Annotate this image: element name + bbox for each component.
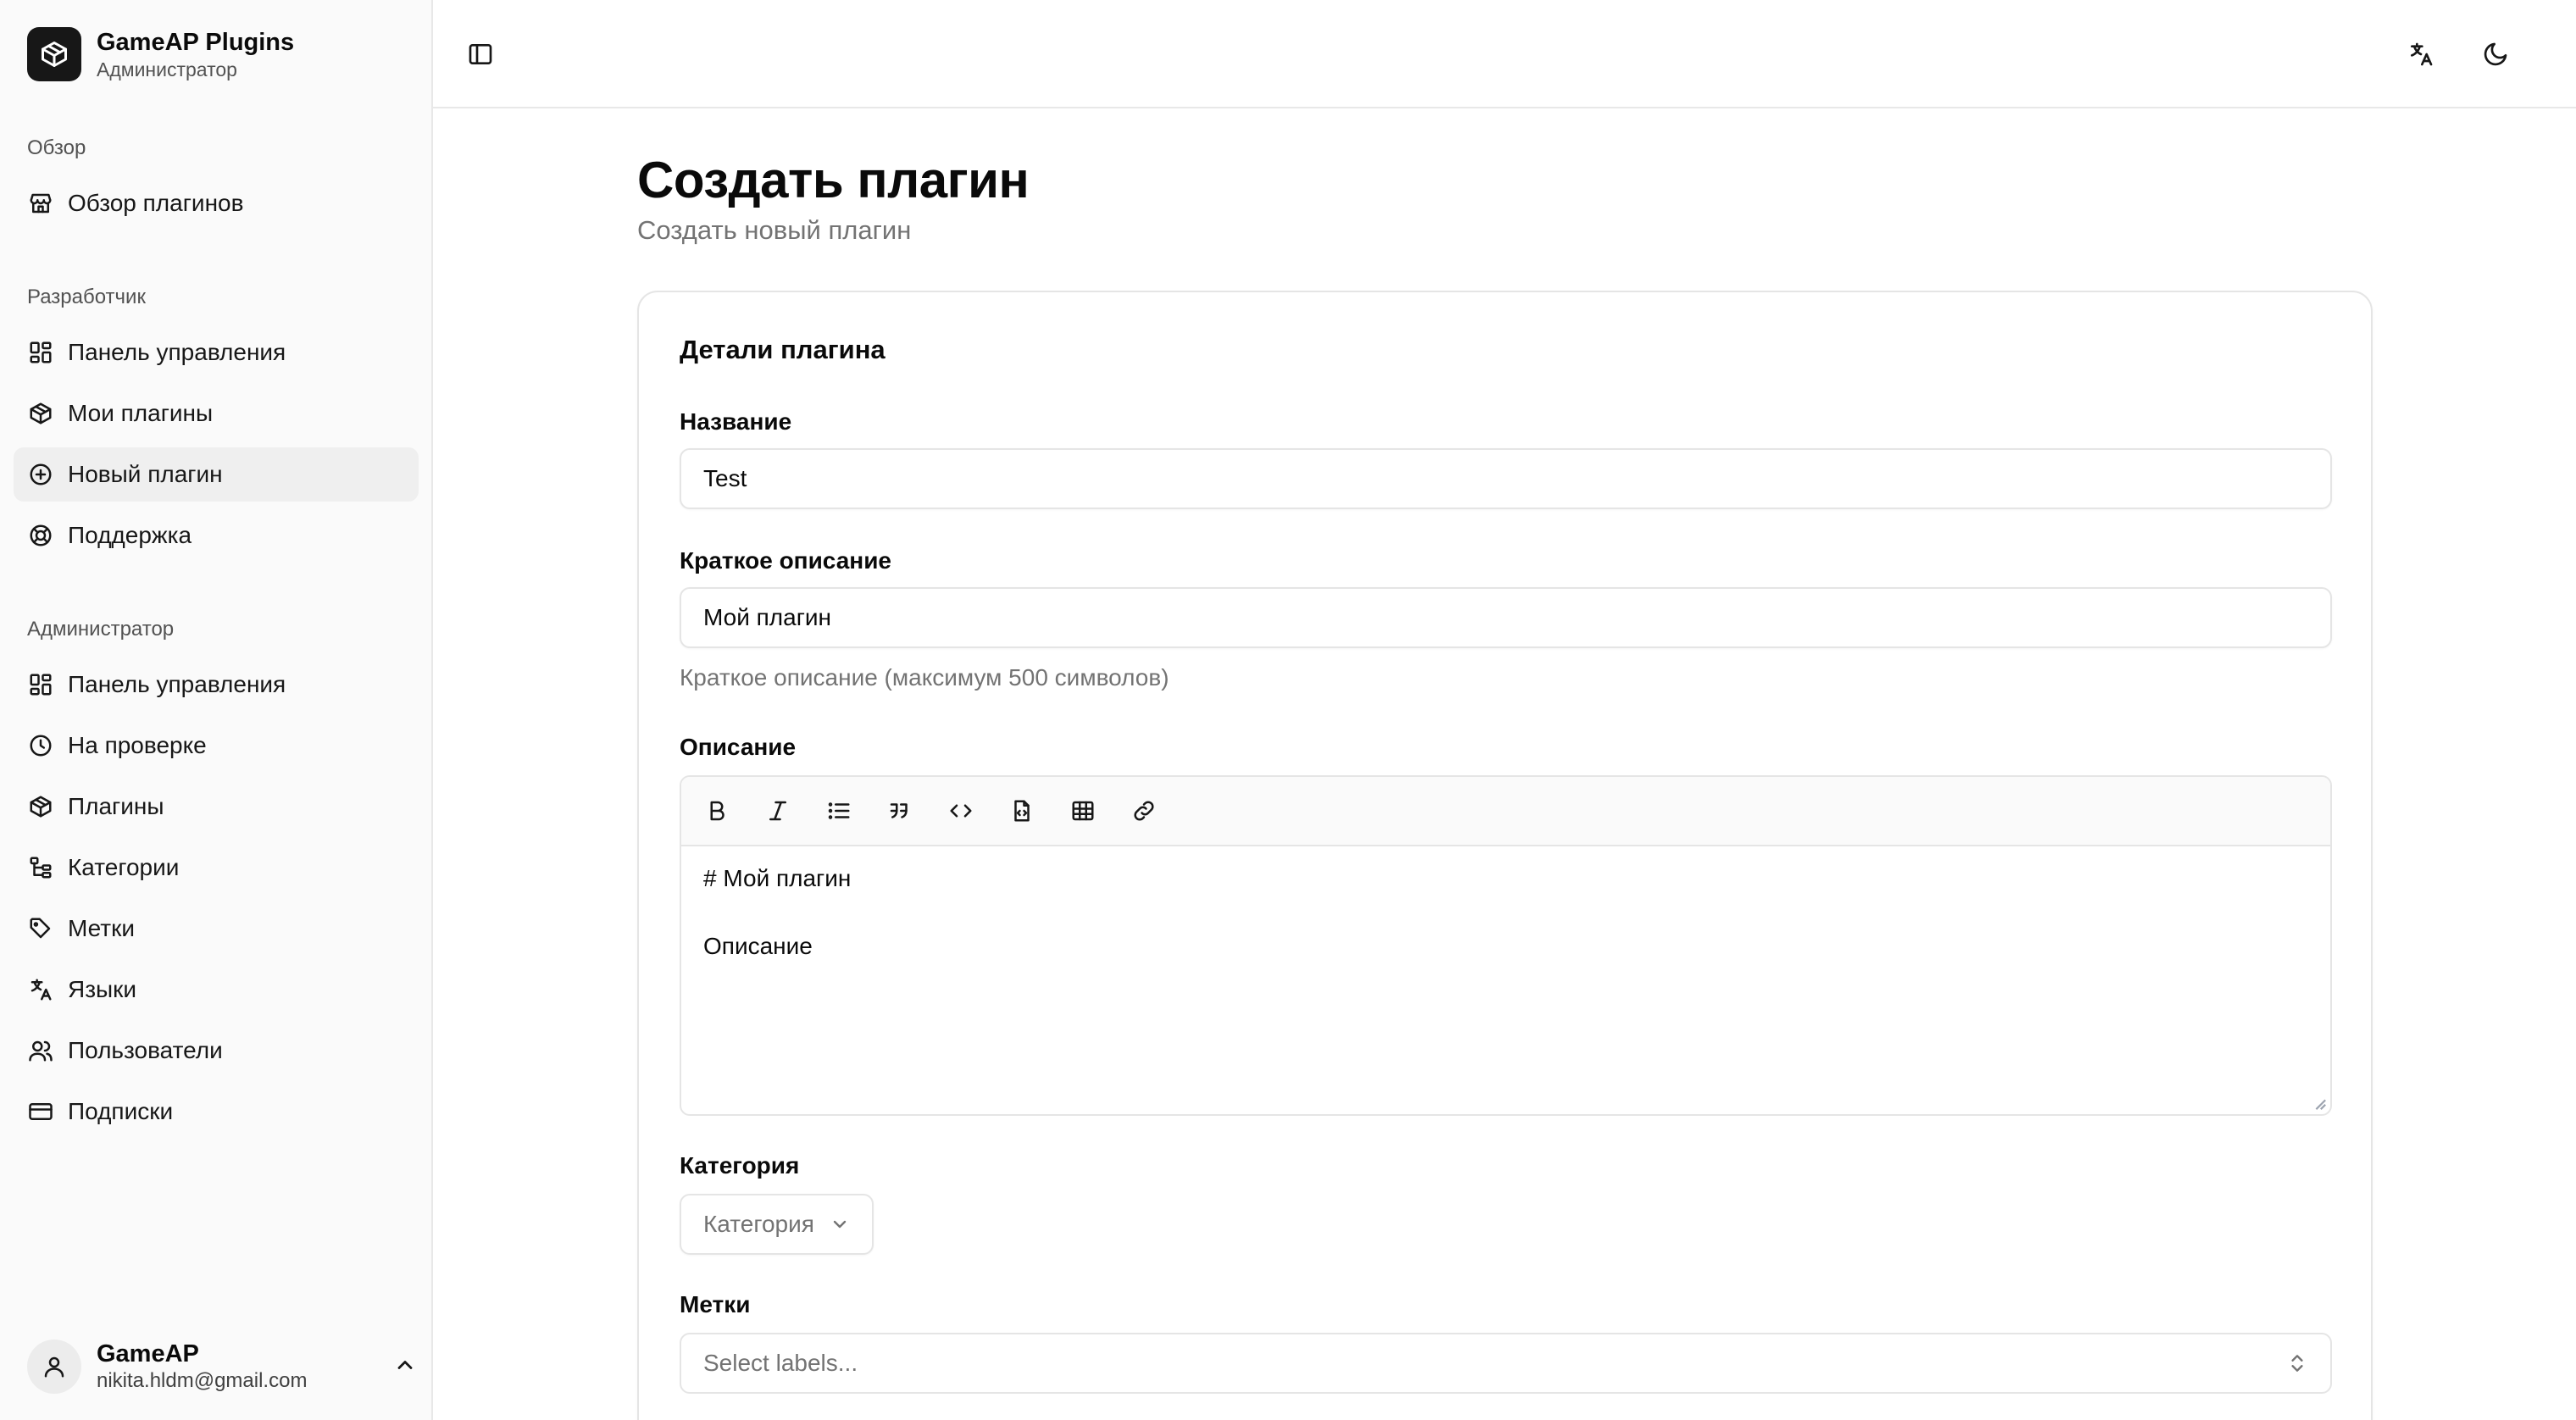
package-icon: [27, 400, 54, 427]
sidebar-item-labels[interactable]: Метки: [14, 901, 419, 956]
category-select-value: Категория: [703, 1211, 814, 1237]
short-description-label: Краткое описание: [680, 547, 891, 574]
sidebar-item-dev-dashboard[interactable]: Панель управления: [14, 325, 419, 380]
sidebar-item-new-plugin[interactable]: Новый плагин: [14, 447, 419, 502]
page-title: Создать плагин: [637, 152, 1030, 208]
clock-icon: [27, 732, 54, 759]
name-label: Название: [680, 408, 792, 435]
sidebar-item-label: Метки: [68, 915, 135, 941]
dashboard-icon: [27, 339, 54, 366]
users-icon: [27, 1037, 54, 1064]
card-title: Детали плагина: [680, 335, 886, 364]
sidebar-item-label: Плагины: [68, 793, 164, 819]
avatar: [27, 1340, 81, 1394]
credit-card-icon: [27, 1098, 54, 1125]
sidebar-item-plugins-overview[interactable]: Обзор плагинов: [14, 176, 419, 230]
sidebar-item-admin-dashboard[interactable]: Панель управления: [14, 657, 419, 712]
sidebar-item-categories[interactable]: Категории: [14, 840, 419, 895]
file-code-icon[interactable]: [1005, 794, 1039, 828]
labels-select[interactable]: Select labels...: [680, 1333, 2332, 1394]
short-description-hint: Краткое описание (максимум 500 символов): [680, 664, 1169, 691]
labels-label: Метки: [680, 1291, 751, 1317]
description-label: Описание: [680, 734, 797, 760]
sidebar-item-label: Обзор плагинов: [68, 190, 244, 216]
quote-icon[interactable]: [883, 794, 917, 828]
sidebar-item-label: Панель управления: [68, 671, 286, 697]
tree-icon: [27, 854, 54, 881]
chevrons-up-down-icon: [2291, 1355, 2303, 1372]
lifebuoy-icon: [27, 522, 54, 549]
moon-icon[interactable]: [2477, 36, 2514, 73]
chevron-down-icon: [833, 1220, 847, 1229]
user-email: nikita.hldm@gmail.com: [97, 1369, 308, 1392]
main-content: Создать плагин Создать новый плагин Дета…: [433, 0, 2576, 1420]
name-input[interactable]: Test: [680, 448, 2332, 509]
resize-handle-icon[interactable]: [2312, 1096, 2327, 1111]
sidebar-item-label: Категории: [68, 854, 180, 880]
tag-icon: [27, 915, 54, 942]
sidebar-item-label: Новый плагин: [68, 461, 223, 487]
group-label-overview: Обзор: [27, 136, 86, 159]
italic-icon[interactable]: [761, 794, 795, 828]
sidebar-item-label: Пользователи: [68, 1037, 223, 1063]
sidebar-item-review[interactable]: На проверке: [14, 718, 419, 773]
category-label: Категория: [680, 1152, 800, 1179]
sidebar: GameAP Plugins Администратор Обзор Обзор…: [0, 0, 433, 1420]
page-subtitle: Создать новый плагин: [637, 215, 912, 245]
editor-line: Описание: [703, 933, 813, 959]
package-logo-icon: [27, 27, 81, 81]
user-name: GameAP: [97, 1340, 199, 1367]
editor-line: [703, 896, 2308, 929]
plugin-details-card: Детали плагина Название Test Краткое опи…: [637, 291, 2373, 1420]
bold-icon[interactable]: [700, 794, 734, 828]
user-menu[interactable]: GameAP nikita.hldm@gmail.com: [27, 1337, 417, 1396]
table-icon[interactable]: [1066, 794, 1100, 828]
sidebar-item-support[interactable]: Поддержка: [14, 508, 419, 563]
store-icon: [27, 190, 54, 217]
sidebar-item-label: Панель управления: [68, 339, 286, 365]
topbar: [433, 0, 2576, 108]
brand[interactable]: GameAP Plugins Администратор: [27, 27, 294, 81]
sidebar-item-plugins[interactable]: Плагины: [14, 779, 419, 834]
labels-select-placeholder: Select labels...: [703, 1350, 858, 1376]
sidebar-item-users[interactable]: Пользователи: [14, 1023, 419, 1078]
description-editor[interactable]: # Мой плагин Описание: [680, 775, 2332, 1116]
sidebar-item-label: На проверке: [68, 732, 207, 758]
package-icon: [27, 793, 54, 820]
sidebar-item-languages[interactable]: Языки: [14, 962, 419, 1017]
chevron-up-icon[interactable]: [393, 1353, 417, 1381]
short-description-input[interactable]: Мой плагин: [680, 587, 2332, 648]
sidebar-item-label: Поддержка: [68, 522, 192, 548]
group-label-admin: Администратор: [27, 618, 175, 641]
editor-content[interactable]: # Мой плагин Описание: [681, 846, 2330, 979]
editor-toolbar: [681, 777, 2330, 846]
brand-subtitle: Администратор: [97, 58, 237, 80]
sidebar-toggle-icon[interactable]: [464, 37, 497, 71]
sidebar-item-label: Подписки: [68, 1098, 174, 1124]
sidebar-item-subscriptions[interactable]: Подписки: [14, 1084, 419, 1139]
category-select[interactable]: Категория: [680, 1194, 874, 1255]
sidebar-item-my-plugins[interactable]: Мои плагины: [14, 386, 419, 441]
plus-circle-icon: [27, 461, 54, 488]
user-icon: [44, 1356, 64, 1378]
link-icon[interactable]: [1127, 794, 1161, 828]
sidebar-item-label: Мои плагины: [68, 400, 214, 426]
list-icon[interactable]: [822, 794, 856, 828]
brand-title: GameAP Plugins: [97, 29, 295, 56]
editor-line: # Мой плагин: [703, 865, 852, 891]
group-label-developer: Разработчик: [27, 286, 146, 308]
sidebar-item-label: Языки: [68, 976, 137, 1002]
languages-icon: [27, 976, 54, 1003]
dashboard-icon: [27, 671, 54, 698]
languages-icon[interactable]: [2402, 36, 2440, 73]
code-icon[interactable]: [944, 794, 978, 828]
